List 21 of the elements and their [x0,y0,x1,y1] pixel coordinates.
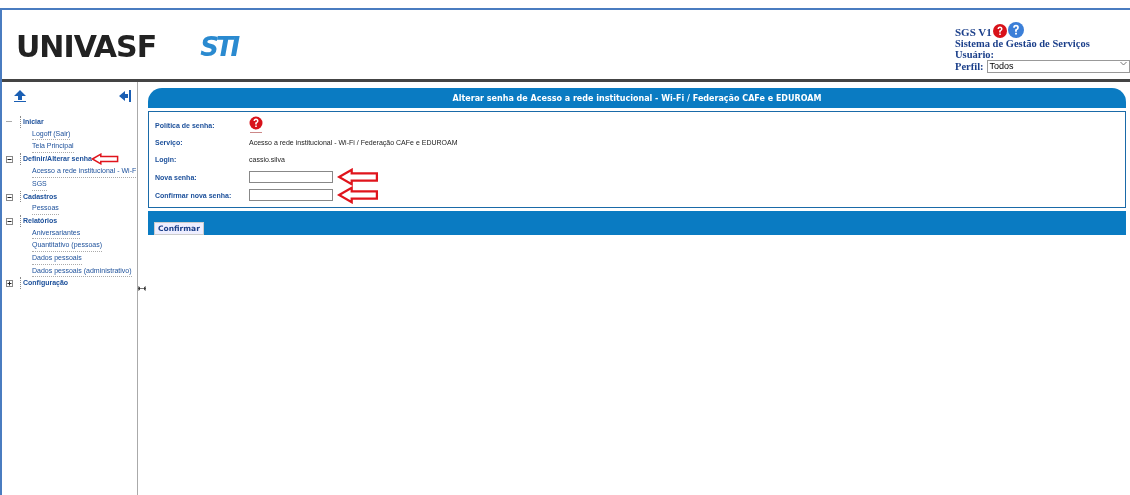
collapse-toggle-icon[interactable] [6,156,13,164]
password-field[interactable] [249,171,333,183]
expand-toggle-icon[interactable] [6,280,13,288]
profile-label: Perfil: [955,61,984,72]
help-icon[interactable] [992,24,1007,38]
chevron-down-icon [1120,61,1127,66]
app-name: Sistema de Gestão de Serviços [955,38,1091,49]
help-icon[interactable] [249,116,263,134]
sti-logo: STI [200,31,238,62]
upload-icon[interactable] [14,90,26,102]
resize-handle-icon[interactable] [138,285,146,292]
collapse-toggle-icon[interactable] [6,217,13,225]
user-label: Usuário: [955,49,996,60]
app-version: SGS V1 [955,27,992,38]
password-field[interactable] [249,189,333,201]
profile-select[interactable]: Todos [986,60,1130,73]
collapse-toggle-icon[interactable] [6,193,13,201]
collapse-icon[interactable] [119,90,131,102]
university-logo: UNIVASF [16,29,157,64]
form-title: Alterar senha de Acesso a rede institucional - Wi-Fi / Federação CAFe e EDUROAM [452,93,822,103]
help-icon[interactable] [1007,22,1024,38]
